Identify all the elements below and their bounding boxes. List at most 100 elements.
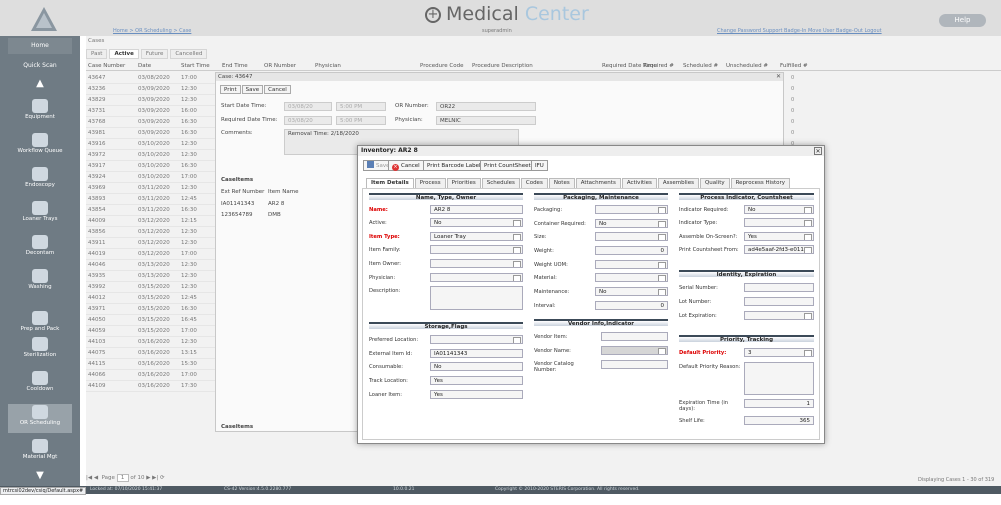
table-row[interactable]: 44019 03/12/2020 17:00 [86,249,216,260]
sidebar-item-decontam[interactable]: Decontam [8,234,72,263]
col-header[interactable]: Date [138,63,151,69]
caseitem-ref[interactable]: IA01141343 [221,201,254,207]
name-field[interactable]: AR2 8 [430,205,523,214]
tab-item-details[interactable]: Item Details [366,178,414,188]
weight-uom-select[interactable] [595,260,668,269]
breadcrumb[interactable]: Home > OR Scheduling > Case [113,28,191,34]
sidebar-item-cooldown[interactable]: Cooldown [8,370,72,399]
caseitem-name[interactable]: DMB [268,212,281,218]
track-location-field[interactable]: Yes [430,376,523,385]
or-number-field[interactable]: OR22 [436,102,536,111]
sidebar-item-equipment[interactable]: Equipment [8,98,72,127]
tab-past[interactable]: Past [86,49,108,59]
container-required-select[interactable]: No [595,219,668,228]
col-header[interactable]: OR Number [264,63,296,69]
col-header[interactable]: Scheduled # [683,63,718,69]
start-time-field[interactable]: 5:00 PM [336,102,386,111]
table-row[interactable]: 44046 03/13/2020 12:30 [86,260,216,271]
table-row[interactable]: 44059 03/15/2020 17:00 [86,326,216,337]
col-header[interactable]: Item Name [268,189,299,195]
table-row[interactable]: 43768 03/09/2020 16:30 [86,117,216,128]
table-row[interactable]: 44103 03/16/2020 12:30 [86,337,216,348]
active-select[interactable]: No [430,218,523,227]
col-header[interactable]: Procedure Code [420,63,463,69]
table-row[interactable]: 44109 03/16/2020 17:30 [86,381,216,392]
sidebar-item-material-mgt[interactable]: Material Mgt [8,438,72,467]
item-family-select[interactable] [430,245,523,254]
caseitem-ref[interactable]: 123654789 [221,212,253,218]
print-button[interactable]: Print [220,85,241,94]
vendor-item-field[interactable] [601,332,668,341]
lot-number-field[interactable] [744,297,814,306]
caseitem-name[interactable]: AR2 8 [268,201,284,207]
priority-reason-field[interactable] [744,362,814,395]
tab-schedules[interactable]: Schedules [481,178,520,188]
table-row[interactable]: 43893 03/11/2020 12:45 [86,194,216,205]
table-row[interactable]: 43969 03/11/2020 12:30 [86,183,216,194]
print-countsheet-button[interactable]: Print CountSheet [480,160,535,171]
col-header[interactable]: Required # [643,63,674,69]
sidebar-item-prep-and-pack[interactable]: Prep and Pack [8,310,72,339]
sidebar-item-home[interactable]: Home [8,38,72,54]
required-date-field[interactable]: 03/08/20 [284,116,332,125]
sidebar-item-endoscopy[interactable]: Endoscopy [8,166,72,195]
maintenance-select[interactable]: No [595,287,668,296]
next-page-icon[interactable]: ▶ ▶| ⟳ [146,475,164,481]
tab-attachments[interactable]: Attachments [575,178,621,188]
preferred-location-select[interactable] [430,335,523,344]
table-row[interactable]: 43981 03/09/2020 16:30 [86,128,216,139]
tab-future[interactable]: Future [140,49,169,59]
indicator-required-select[interactable]: No [744,205,814,214]
table-row[interactable]: 43972 03/10/2020 12:30 [86,150,216,161]
tab-cancelled[interactable]: Cancelled [170,49,208,59]
table-row[interactable]: 44009 03/12/2020 12:15 [86,216,216,227]
scroll-up-icon[interactable]: ▲ [8,78,72,90]
start-date-field[interactable]: 03/08/20 [284,102,332,111]
sidebar-item-sterilization[interactable]: Sterilization [8,336,72,365]
packaging-select[interactable] [595,205,668,214]
tab-notes[interactable]: Notes [548,178,575,188]
table-row[interactable]: 43911 03/12/2020 12:30 [86,238,216,249]
vendor-name-select[interactable] [601,346,668,355]
col-header[interactable]: Procedure Description [472,63,533,69]
page-input[interactable]: 1 [116,474,129,482]
external-id-field[interactable]: IA01141343 [430,349,523,358]
loaner-item-field[interactable]: Yes [430,390,523,399]
table-row[interactable]: 43924 03/10/2020 17:00 [86,172,216,183]
table-row[interactable]: 44075 03/16/2020 13:15 [86,348,216,359]
table-row[interactable]: 43971 03/15/2020 16:30 [86,304,216,315]
sidebar-item-or-scheduling[interactable]: OR Scheduling [8,404,72,433]
col-header[interactable]: Physician [315,63,341,69]
assemble-select[interactable]: Yes [744,232,814,241]
ifu-button[interactable]: IFU [531,160,548,171]
table-row[interactable]: 43856 03/12/2020 12:30 [86,227,216,238]
sidebar-item-washing[interactable]: Washing [8,268,72,297]
default-priority-select[interactable]: 3 [744,348,814,357]
sidebar-item-loaner-trays[interactable]: Loaner Trays [8,200,72,229]
table-row[interactable]: 44050 03/15/2020 16:45 [86,315,216,326]
first-page-icon[interactable]: |◀ ◀ [86,475,98,481]
table-row[interactable]: 44115 03/16/2020 15:30 [86,359,216,370]
tab-priorities[interactable]: Priorities [446,178,481,188]
shelf-life-field[interactable]: 365 [744,416,814,425]
col-header[interactable]: Ext Ref Number [221,189,264,195]
expiration-time-field[interactable]: 1 [744,399,814,408]
tab-codes[interactable]: Codes [520,178,548,188]
required-time-field[interactable]: 5:00 PM [336,116,386,125]
table-row[interactable]: 43992 03/15/2020 12:30 [86,282,216,293]
interval-field[interactable]: 0 [595,301,668,310]
item-type-select[interactable]: Loaner Tray [430,232,523,241]
physician-select[interactable] [430,273,523,282]
tab-active[interactable]: Active [109,49,139,59]
close-icon[interactable]: ✕ [814,147,822,155]
tab-assemblies[interactable]: Assemblies [657,178,699,188]
indicator-type-select[interactable] [744,218,814,227]
print-barcode-button[interactable]: Print Barcode Label [423,160,485,171]
tab-reprocess-history[interactable]: Reprocess History [730,178,791,188]
cancel-button[interactable]: Cancel [264,85,291,94]
table-row[interactable]: 44012 03/15/2020 12:45 [86,293,216,304]
vendor-catalog-field[interactable] [601,360,668,369]
table-row[interactable]: 43916 03/10/2020 12:30 [86,139,216,150]
sidebar-item-quick-scan[interactable]: Quick Scan [8,58,72,74]
col-header[interactable]: End Time [222,63,248,69]
